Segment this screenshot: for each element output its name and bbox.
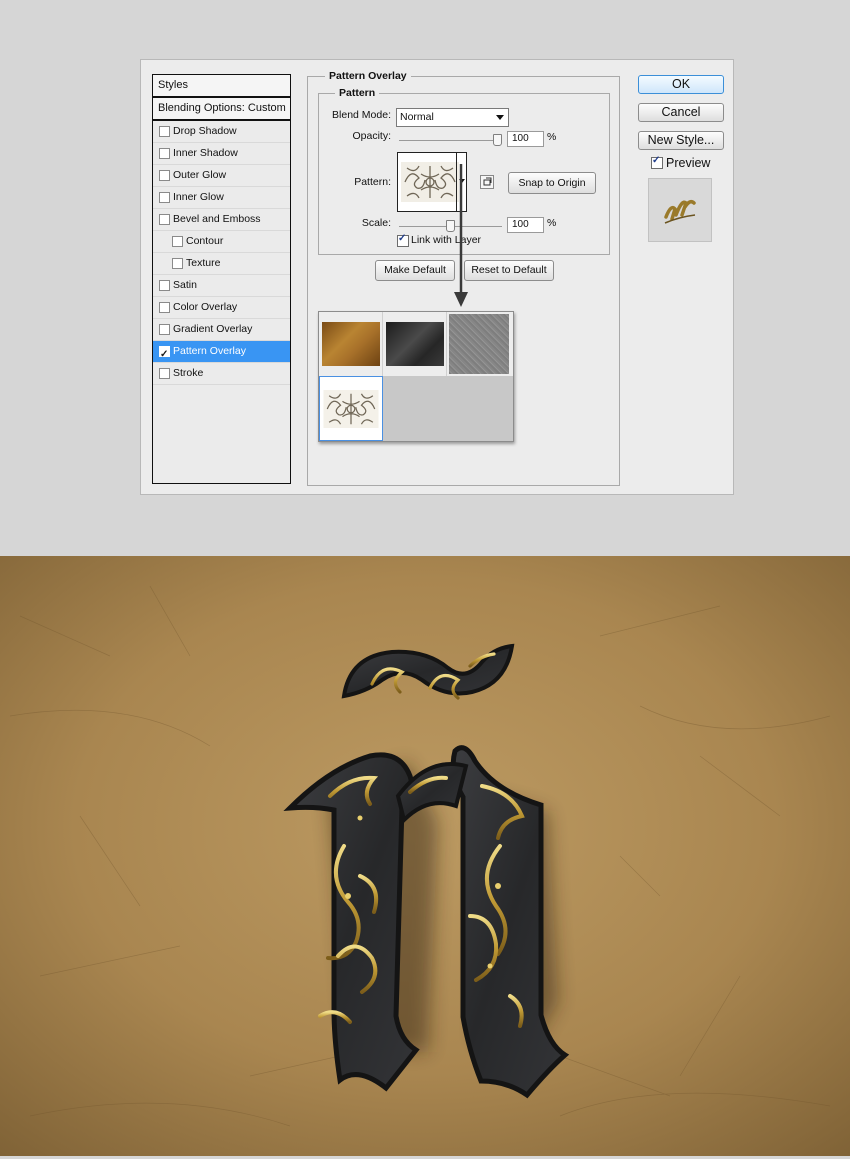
style-item-label: Pattern Overlay bbox=[173, 345, 246, 357]
style-item-inner-shadow[interactable]: Inner Shadow bbox=[153, 143, 290, 165]
style-preview bbox=[648, 178, 712, 242]
style-item-outer-glow[interactable]: Outer Glow bbox=[153, 165, 290, 187]
new-preset-icon[interactable] bbox=[480, 175, 494, 189]
style-checkbox[interactable] bbox=[159, 126, 170, 137]
artwork-canvas bbox=[0, 556, 850, 1156]
blend-mode-value: Normal bbox=[400, 111, 434, 123]
snap-to-origin-button[interactable]: Snap to Origin bbox=[508, 172, 596, 194]
style-item-drop-shadow[interactable]: Drop Shadow bbox=[153, 121, 290, 143]
ornate-pattern-thumb bbox=[401, 162, 459, 202]
style-checkbox[interactable] bbox=[159, 368, 170, 379]
style-item-label: Inner Glow bbox=[173, 191, 224, 203]
link-with-layer-label: Link with Layer bbox=[411, 234, 482, 246]
style-checkbox[interactable] bbox=[159, 324, 170, 335]
panel-title: Pattern Overlay bbox=[325, 70, 411, 82]
swatch-cell-selected[interactable] bbox=[319, 376, 383, 441]
scale-label: Scale: bbox=[361, 217, 391, 229]
style-item-label: Color Overlay bbox=[173, 301, 238, 313]
brown-paper-pattern bbox=[322, 322, 380, 366]
style-checkbox[interactable] bbox=[172, 258, 183, 269]
style-item-texture[interactable]: Texture bbox=[153, 253, 290, 275]
blend-mode-label: Blend Mode: bbox=[332, 109, 391, 121]
swatch-cell[interactable] bbox=[447, 312, 513, 376]
style-item-satin[interactable]: Satin bbox=[153, 275, 290, 297]
style-item-stroke[interactable]: Stroke bbox=[153, 363, 290, 385]
styles-list: Styles Blending Options: Custom Drop Sha… bbox=[152, 74, 291, 484]
make-default-button[interactable]: Make Default bbox=[375, 260, 455, 281]
arrow-down-icon bbox=[454, 164, 468, 307]
style-checkbox[interactable] bbox=[159, 280, 170, 291]
cancel-button[interactable]: Cancel bbox=[638, 103, 724, 122]
style-checkbox[interactable] bbox=[172, 236, 183, 247]
letter-n-tilde-artwork bbox=[0, 556, 850, 1156]
reset-to-default-button[interactable]: Reset to Default bbox=[464, 260, 554, 281]
scale-input[interactable]: 100 bbox=[507, 217, 544, 233]
chevron-down-icon bbox=[496, 115, 504, 120]
swatch-cell[interactable] bbox=[319, 312, 383, 376]
blending-options-item[interactable]: Blending Options: Custom bbox=[153, 98, 290, 121]
pattern-picker bbox=[318, 311, 514, 442]
style-item-label: Texture bbox=[186, 257, 221, 269]
preview-thumbnail bbox=[664, 199, 696, 224]
style-item-label: Inner Shadow bbox=[173, 147, 238, 159]
opacity-slider-thumb[interactable] bbox=[493, 134, 502, 146]
ornate-scroll-pattern bbox=[323, 390, 379, 428]
style-checkbox[interactable] bbox=[159, 302, 170, 313]
layer-style-dialog: Styles Blending Options: Custom Drop Sha… bbox=[140, 59, 734, 495]
style-item-gradient-overlay[interactable]: Gradient Overlay bbox=[153, 319, 290, 341]
style-item-label: Outer Glow bbox=[173, 169, 227, 181]
style-item-bevel-and-emboss[interactable]: Bevel and Emboss bbox=[153, 209, 290, 231]
opacity-input[interactable]: 100 bbox=[507, 131, 544, 147]
style-item-contour[interactable]: Contour bbox=[153, 231, 290, 253]
style-item-label: Drop Shadow bbox=[173, 125, 237, 137]
style-item-pattern-overlay[interactable]: Pattern Overlay bbox=[153, 341, 290, 365]
swatch-cell[interactable] bbox=[383, 312, 447, 376]
style-item-inner-glow[interactable]: Inner Glow bbox=[153, 187, 290, 209]
style-item-color-overlay[interactable]: Color Overlay bbox=[153, 297, 290, 319]
style-item-label: Satin bbox=[173, 279, 197, 291]
style-item-label: Bevel and Emboss bbox=[173, 213, 261, 225]
preview-label: Preview bbox=[666, 156, 711, 170]
style-item-label: Contour bbox=[186, 235, 224, 247]
style-item-label: Stroke bbox=[173, 367, 204, 379]
link-with-layer-checkbox[interactable] bbox=[397, 233, 409, 247]
opacity-label: Opacity: bbox=[352, 130, 391, 142]
dark-stone-pattern bbox=[386, 322, 444, 366]
styles-header[interactable]: Styles bbox=[153, 75, 290, 98]
preview-checkbox[interactable] bbox=[651, 155, 663, 169]
style-checkbox[interactable] bbox=[159, 192, 170, 203]
style-checkbox[interactable] bbox=[159, 170, 170, 181]
style-checkbox[interactable] bbox=[159, 344, 170, 365]
opacity-slider-track[interactable] bbox=[399, 140, 502, 141]
style-checkbox[interactable] bbox=[159, 148, 170, 159]
ok-button[interactable]: OK bbox=[638, 75, 724, 94]
scale-unit: % bbox=[547, 217, 557, 229]
gray-noise-pattern bbox=[449, 314, 509, 374]
style-item-label: Gradient Overlay bbox=[173, 323, 253, 335]
new-style-button[interactable]: New Style... bbox=[638, 131, 724, 150]
pattern-group-title: Pattern bbox=[335, 87, 380, 99]
opacity-unit: % bbox=[547, 131, 557, 143]
style-checkbox[interactable] bbox=[159, 214, 170, 225]
pattern-label: Pattern: bbox=[354, 176, 391, 188]
blend-mode-select[interactable]: Normal bbox=[396, 108, 509, 127]
